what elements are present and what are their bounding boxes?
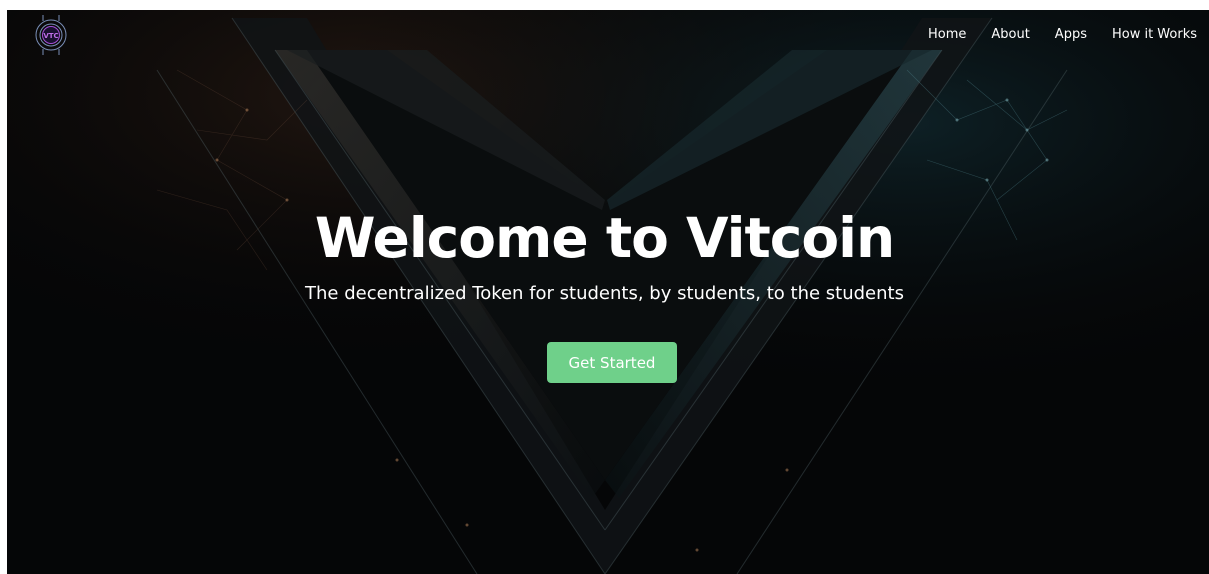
nav-item-apps[interactable]: Apps: [1055, 27, 1087, 42]
vitcoin-logo[interactable]: VTC: [31, 13, 71, 57]
nav-item-how-it-works[interactable]: How it Works: [1112, 27, 1197, 42]
top-nav: Home About Apps How it Works: [928, 27, 1197, 42]
hero-subtitle: The decentralized Token for students, by…: [305, 283, 904, 304]
logo-text: VTC: [43, 32, 58, 40]
hero-title: Welcome to Vitcoin: [314, 206, 895, 270]
nav-item-about[interactable]: About: [991, 27, 1029, 42]
get-started-button[interactable]: Get Started: [547, 342, 677, 383]
nav-item-home[interactable]: Home: [928, 27, 966, 42]
